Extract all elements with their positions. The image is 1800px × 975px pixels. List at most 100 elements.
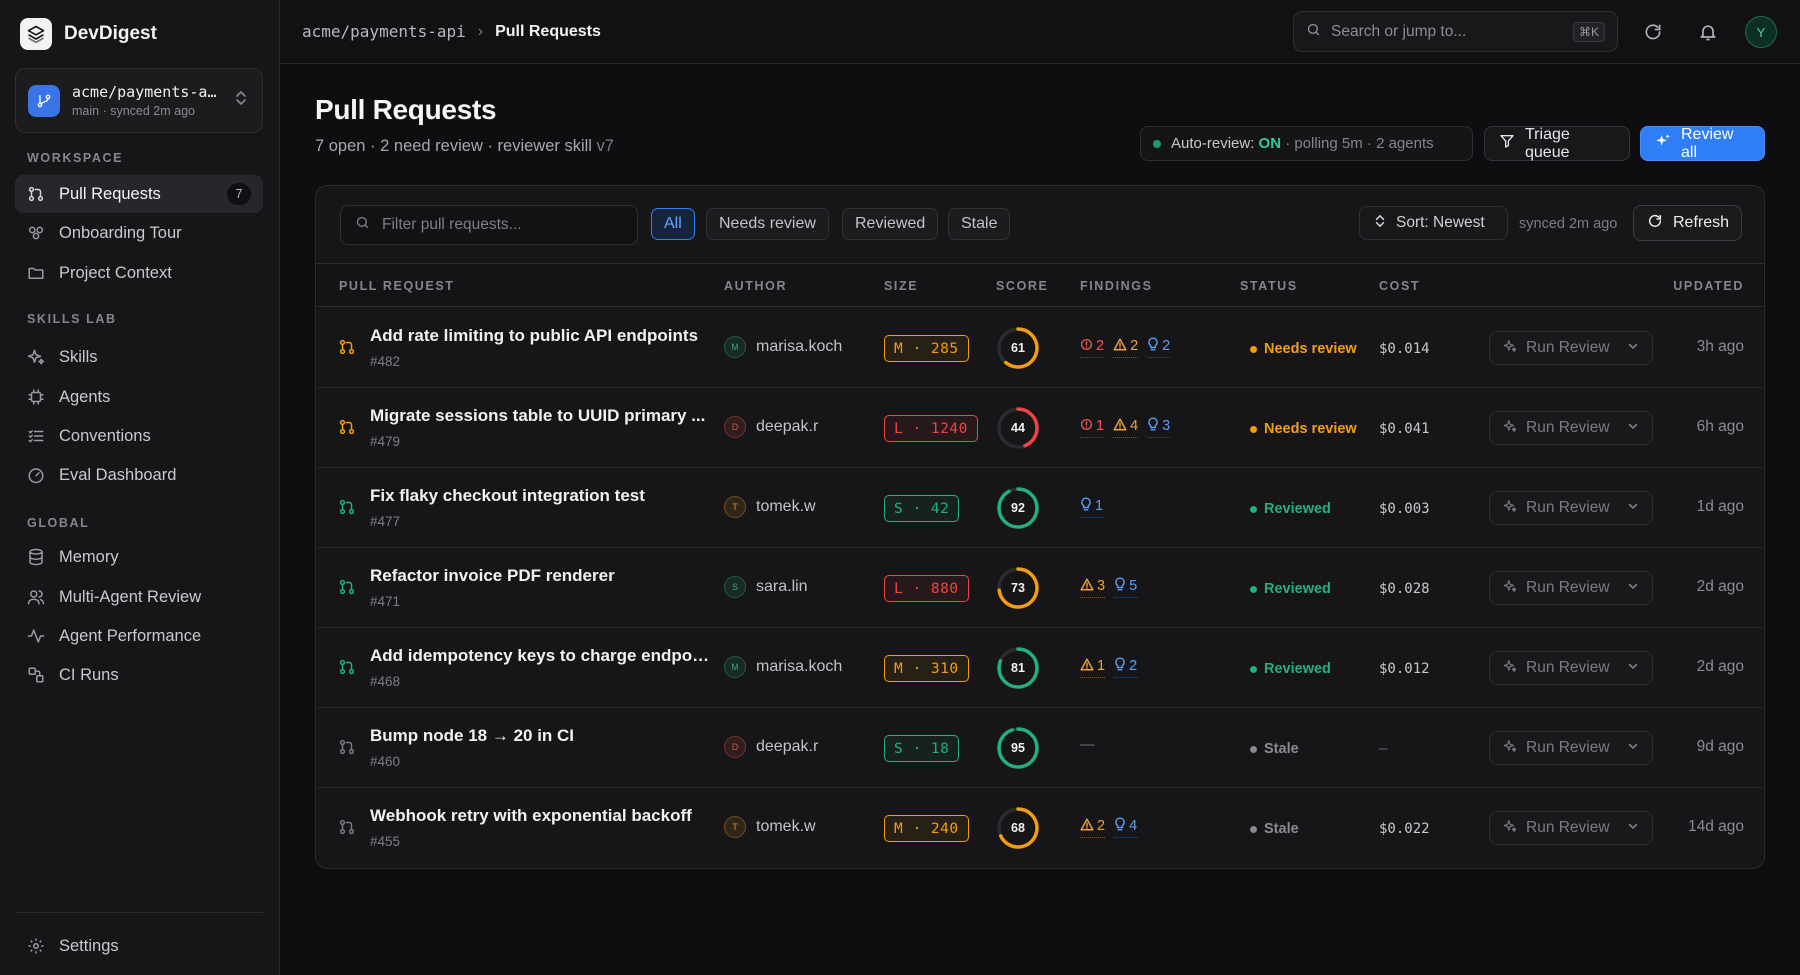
status-text: Reviewed bbox=[1264, 501, 1331, 517]
status-text: Reviewed bbox=[1264, 581, 1331, 597]
column-header-cost[interactable]: COST bbox=[1379, 279, 1420, 293]
sidebar-item-label: Eval Dashboard bbox=[59, 465, 177, 484]
pr-author: Ssara.lin bbox=[724, 576, 808, 598]
finding-suggestions[interactable]: 1 bbox=[1080, 497, 1104, 518]
column-header-author[interactable]: AUTHOR bbox=[724, 279, 787, 293]
lightbulb-icon bbox=[1114, 657, 1126, 675]
triage-queue-button[interactable]: Triage queue bbox=[1484, 126, 1630, 161]
table-row[interactable]: Add idempotency keys to charge endpoint #… bbox=[316, 628, 1764, 708]
sidebar-item-ci-runs[interactable]: CI Runs bbox=[15, 656, 263, 694]
run-review-label: Run Review bbox=[1526, 579, 1610, 596]
run-review-button[interactable]: Run Review bbox=[1489, 651, 1653, 685]
filter-chip-all[interactable]: All bbox=[651, 208, 695, 240]
size-badge: M · 310 bbox=[884, 655, 969, 682]
pr-title[interactable]: Migrate sessions table to UUID primary .… bbox=[370, 406, 710, 426]
column-header-pull-request[interactable]: PULL REQUEST bbox=[339, 279, 455, 293]
finding-errors[interactable]: 2 bbox=[1080, 337, 1105, 358]
size-badge: S · 42 bbox=[884, 495, 960, 522]
run-review-button[interactable]: Run Review bbox=[1489, 811, 1653, 845]
pr-title[interactable]: Refactor invoice PDF renderer bbox=[370, 566, 710, 586]
finding-warnings[interactable]: 2 bbox=[1113, 337, 1139, 358]
chevron-down-icon[interactable] bbox=[1627, 419, 1639, 437]
chevron-down-icon[interactable] bbox=[1627, 659, 1639, 677]
pr-title[interactable]: Webhook retry with exponential backoff bbox=[370, 806, 710, 826]
finding-count: 3 bbox=[1162, 418, 1171, 434]
user-avatar[interactable]: Y bbox=[1745, 16, 1777, 48]
chevron-down-icon[interactable] bbox=[1627, 499, 1639, 517]
filter-pull-requests-input[interactable]: Filter pull requests... bbox=[340, 205, 638, 245]
finding-suggestions[interactable]: 3 bbox=[1147, 417, 1171, 438]
sidebar-item-onboarding-tour[interactable]: Onboarding Tour bbox=[15, 214, 263, 252]
review-all-button[interactable]: Review all bbox=[1640, 126, 1765, 161]
auto-review-status[interactable]: Auto-review: ON · polling 5m · 2 agents bbox=[1140, 126, 1473, 161]
filter-chip-stale[interactable]: Stale bbox=[948, 208, 1011, 240]
column-header-score[interactable]: SCORE bbox=[996, 279, 1048, 293]
auto-review-state: ON bbox=[1258, 135, 1282, 152]
sidebar-item-skills[interactable]: Skills bbox=[15, 338, 263, 376]
bell-icon[interactable] bbox=[1696, 20, 1720, 44]
chevron-down-icon[interactable] bbox=[1627, 339, 1639, 357]
pr-number: #479 bbox=[370, 434, 401, 449]
sidebar-item-project-context[interactable]: Project Context bbox=[15, 254, 263, 292]
sort-dropdown[interactable]: Sort: Newest bbox=[1359, 206, 1508, 240]
search-icon bbox=[355, 215, 370, 235]
status-badge: Reviewed bbox=[1250, 501, 1331, 517]
finding-warnings[interactable]: 4 bbox=[1113, 417, 1139, 438]
sidebar-item-agent-performance[interactable]: Agent Performance bbox=[15, 617, 263, 655]
pr-title[interactable]: Bump node 18 → 20 in CI bbox=[370, 726, 710, 746]
table-row[interactable]: Migrate sessions table to UUID primary .… bbox=[316, 388, 1764, 468]
run-review-button[interactable]: Run Review bbox=[1489, 331, 1653, 365]
finding-suggestions[interactable]: 5 bbox=[1114, 577, 1138, 598]
sparkle-icon bbox=[1503, 819, 1517, 838]
breadcrumb-repo[interactable]: acme/payments-api bbox=[302, 22, 466, 41]
chevron-down-icon[interactable] bbox=[1627, 579, 1639, 597]
refresh-icon[interactable] bbox=[1641, 20, 1665, 44]
refresh-button[interactable]: Refresh bbox=[1633, 205, 1742, 241]
pr-number: #477 bbox=[370, 514, 401, 529]
finding-warnings[interactable]: 2 bbox=[1080, 817, 1106, 838]
table-row[interactable]: Bump node 18 → 20 in CI #460 Ddeepak.r S · … bbox=[316, 708, 1764, 788]
run-review-button[interactable]: Run Review bbox=[1489, 571, 1653, 605]
finding-suggestions[interactable]: 2 bbox=[1114, 657, 1138, 678]
column-header-size[interactable]: SIZE bbox=[884, 279, 918, 293]
global-search-input[interactable]: Search or jump to... ⌘K bbox=[1293, 11, 1618, 52]
chevron-down-icon[interactable] bbox=[1627, 819, 1639, 837]
table-row[interactable]: Webhook retry with exponential backoff #4… bbox=[316, 788, 1764, 868]
run-review-button[interactable]: Run Review bbox=[1489, 491, 1653, 525]
table-row[interactable]: Refactor invoice PDF renderer #471 Ssara.l… bbox=[316, 548, 1764, 628]
users-icon bbox=[27, 588, 45, 606]
repo-selector[interactable]: acme/payments-a… main · synced 2m ago bbox=[15, 68, 263, 133]
table-row[interactable]: Fix flaky checkout integration test #477 T… bbox=[316, 468, 1764, 548]
chevron-down-icon[interactable] bbox=[1627, 739, 1639, 757]
table-row[interactable]: Add rate limiting to public API endpoint… bbox=[316, 308, 1764, 388]
sidebar-item-agents[interactable]: Agents bbox=[15, 378, 263, 416]
filter-chip-reviewed[interactable]: Reviewed bbox=[842, 208, 939, 240]
pr-title[interactable]: Fix flaky checkout integration test bbox=[370, 486, 710, 506]
run-review-button[interactable]: Run Review bbox=[1489, 411, 1653, 445]
avatar: S bbox=[724, 576, 746, 598]
finding-suggestions[interactable]: 4 bbox=[1114, 817, 1138, 838]
finding-suggestions[interactable]: 2 bbox=[1147, 337, 1171, 358]
column-header-status[interactable]: STATUS bbox=[1240, 279, 1298, 293]
pr-title[interactable]: Add rate limiting to public API endpoint… bbox=[370, 326, 710, 346]
avatar: T bbox=[724, 496, 746, 518]
finding-errors[interactable]: 1 bbox=[1080, 417, 1105, 438]
brand[interactable]: DevDigest bbox=[20, 18, 157, 50]
findings: 12 bbox=[1080, 657, 1138, 678]
size-badge: S · 18 bbox=[884, 735, 960, 762]
finding-warnings[interactable]: 1 bbox=[1080, 657, 1106, 678]
sidebar-item-multi-agent-review[interactable]: Multi-Agent Review bbox=[15, 578, 263, 616]
filter-chip-needs-review[interactable]: Needs review bbox=[706, 208, 829, 240]
score-ring: 95 bbox=[996, 726, 1040, 770]
updated-time: 2d ago bbox=[1696, 658, 1744, 675]
column-header-findings[interactable]: FINDINGS bbox=[1080, 279, 1153, 293]
sidebar-item-memory[interactable]: Memory bbox=[15, 538, 263, 576]
pr-title[interactable]: Add idempotency keys to charge endpoint bbox=[370, 646, 710, 666]
sidebar-item-eval-dashboard[interactable]: Eval Dashboard bbox=[15, 456, 263, 494]
column-header-updated[interactable]: UPDATED bbox=[1673, 279, 1744, 293]
run-review-button[interactable]: Run Review bbox=[1489, 731, 1653, 765]
sidebar-item-settings[interactable]: Settings bbox=[15, 927, 263, 965]
sidebar-item-pull-requests[interactable]: Pull Requests 7 bbox=[15, 175, 263, 213]
sidebar-item-conventions[interactable]: Conventions bbox=[15, 417, 263, 455]
finding-warnings[interactable]: 3 bbox=[1080, 577, 1106, 598]
